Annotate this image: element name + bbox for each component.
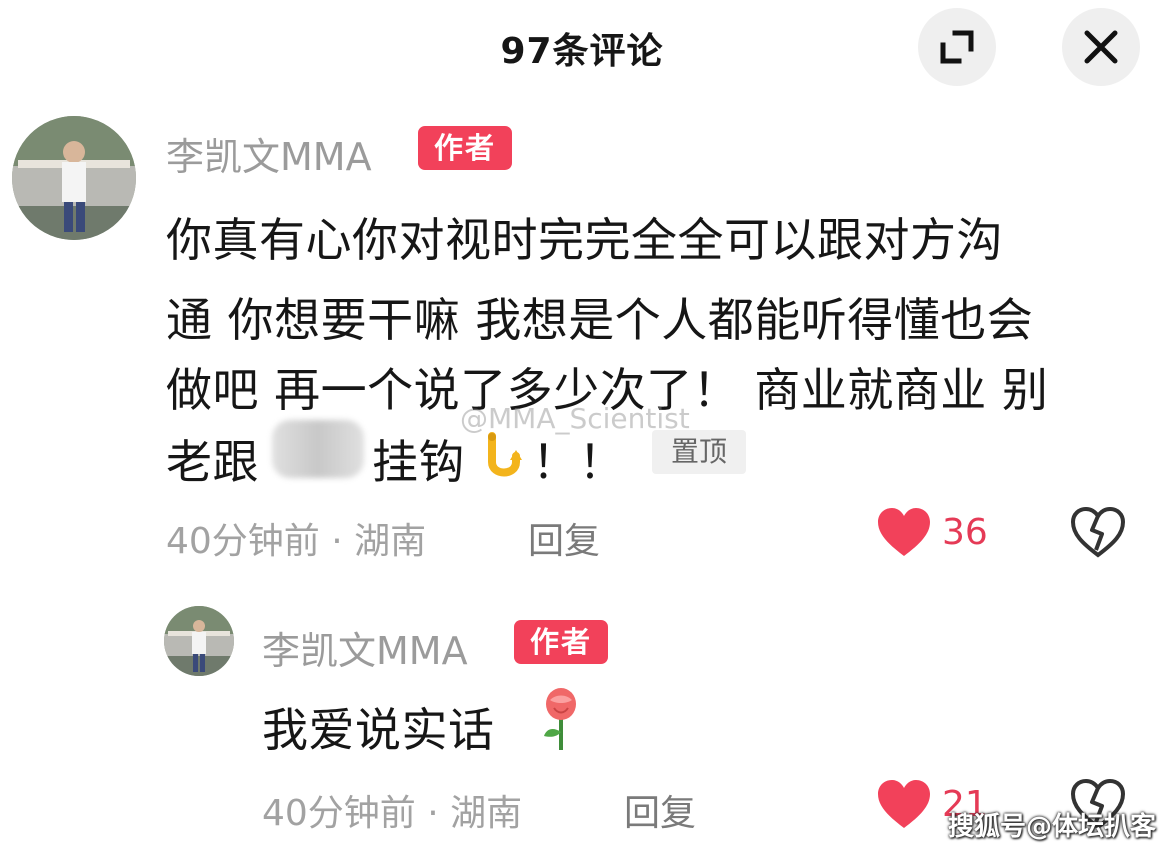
hook-emoji: [478, 432, 524, 488]
comment-text-line: 挂钩: [372, 435, 465, 489]
dislike-icon: [1070, 506, 1126, 558]
reply-button[interactable]: 回复: [528, 512, 600, 564]
blurred-text: [272, 420, 364, 478]
author-badge: 作者: [514, 620, 608, 664]
comment-text-line: 你真有心你对视时完完全全可以跟对方沟: [166, 213, 1003, 267]
comment-meta: 40分钟前 · 湖南: [166, 521, 427, 562]
reply-button[interactable]: 回复: [624, 784, 696, 836]
username[interactable]: 李凯文MMA: [166, 126, 372, 181]
like-count: 36: [942, 512, 988, 553]
avatar[interactable]: [12, 116, 136, 240]
comment-text-line: 通 你想要干嘛 我想是个人都能听得懂也会: [166, 293, 1034, 347]
close-icon: [1084, 30, 1118, 64]
heart-icon: [878, 780, 930, 828]
reply-text: 我爱说实话: [262, 703, 495, 757]
comment-text-line: ！！: [532, 435, 625, 489]
expand-icon: [940, 30, 974, 64]
close-button[interactable]: [1062, 8, 1140, 86]
source-watermark: 搜狐号@体坛扒客: [948, 812, 1157, 842]
expand-button[interactable]: [918, 8, 996, 86]
like-button[interactable]: [876, 778, 932, 834]
author-badge: 作者: [418, 126, 512, 170]
like-button[interactable]: [876, 506, 932, 562]
dislike-button[interactable]: [1070, 506, 1126, 562]
username[interactable]: 李凯文MMA: [262, 620, 468, 675]
comment-text-line: 老跟: [166, 435, 259, 489]
rose-emoji: [536, 686, 586, 756]
heart-icon: [878, 508, 930, 556]
pinned-badge: 置顶: [652, 430, 746, 474]
comment-meta: 40分钟前 · 湖南: [262, 793, 523, 834]
avatar[interactable]: [164, 606, 234, 676]
